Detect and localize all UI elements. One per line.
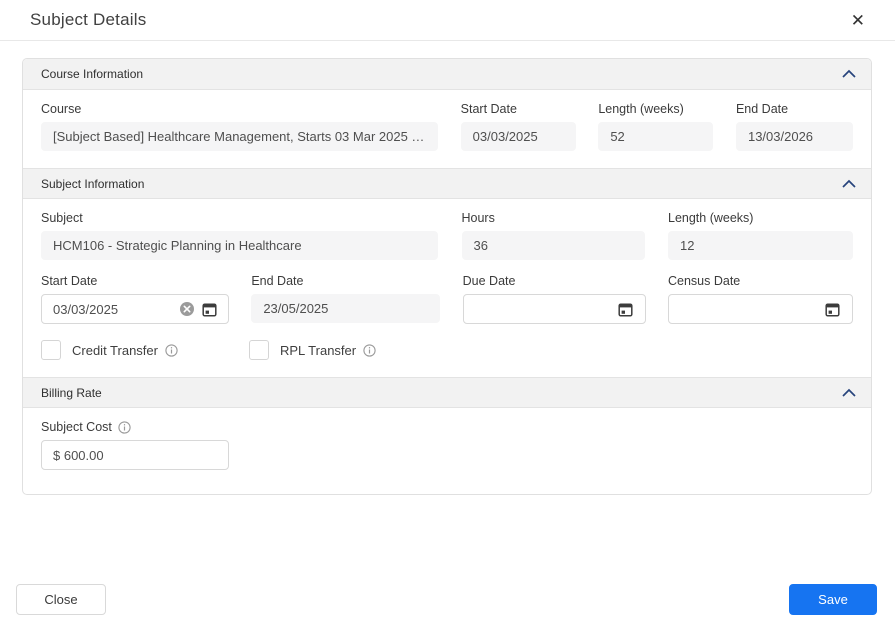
census-date-label: Census Date xyxy=(668,274,853,288)
course-information-body: Course Start Date Length (weeks) End Dat… xyxy=(23,90,871,168)
calendar-icon[interactable] xyxy=(198,298,220,320)
billing-rate-section: Billing Rate Subject Cost xyxy=(23,377,871,494)
course-start-date-field: Start Date xyxy=(461,102,576,151)
course-field: Course xyxy=(41,102,438,151)
subject-information-section: Subject Information Subject Hours Length… xyxy=(23,168,871,377)
credit-transfer-checkbox[interactable] xyxy=(41,340,61,360)
rpl-transfer-checkbox[interactable] xyxy=(249,340,269,360)
subject-label: Subject xyxy=(41,211,438,225)
section-title: Billing Rate xyxy=(41,386,102,400)
subject-input xyxy=(41,231,438,260)
rpl-transfer-item: RPL Transfer xyxy=(249,340,437,360)
chevron-up-icon[interactable] xyxy=(841,69,857,79)
subject-information-body: Subject Hours Length (weeks) Start Date xyxy=(23,199,871,377)
course-label: Course xyxy=(41,102,438,116)
subject-end-date-field: End Date xyxy=(251,274,440,324)
billing-rate-header[interactable]: Billing Rate xyxy=(23,377,871,408)
census-date-input[interactable] xyxy=(669,295,822,323)
save-button[interactable]: Save xyxy=(789,584,877,615)
course-length-input xyxy=(598,122,713,151)
subject-cost-input[interactable] xyxy=(41,440,229,470)
close-icon[interactable]: ✕ xyxy=(849,10,867,31)
chevron-up-icon[interactable] xyxy=(841,388,857,398)
subject-start-date-field: Start Date xyxy=(41,274,229,324)
chevron-up-icon[interactable] xyxy=(841,179,857,189)
subject-details-card: Course Information Course Start Date Len… xyxy=(22,58,872,495)
course-information-header[interactable]: Course Information xyxy=(23,59,871,90)
credit-transfer-label-text: Credit Transfer xyxy=(72,343,158,358)
info-icon xyxy=(118,421,131,434)
subject-length-label: Length (weeks) xyxy=(668,211,853,225)
course-start-date-label: Start Date xyxy=(461,102,576,116)
modal-header: Subject Details ✕ xyxy=(0,0,895,41)
hours-label: Hours xyxy=(462,211,645,225)
transfer-checkbox-row: Credit Transfer RPL Transfer xyxy=(41,340,853,360)
close-button[interactable]: Close xyxy=(16,584,106,615)
hours-field: Hours xyxy=(462,211,645,260)
hours-input xyxy=(462,231,645,260)
subject-end-date-label: End Date xyxy=(251,274,440,288)
course-end-date-field: End Date xyxy=(736,102,853,151)
course-start-date-input xyxy=(461,122,576,151)
census-date-picker[interactable] xyxy=(668,294,853,324)
rpl-transfer-label: RPL Transfer xyxy=(280,343,376,358)
course-end-date-input xyxy=(736,122,853,151)
credit-transfer-label: Credit Transfer xyxy=(72,343,178,358)
section-title: Course Information xyxy=(41,67,143,81)
subject-start-date-picker[interactable] xyxy=(41,294,229,324)
course-information-section: Course Information Course Start Date Len… xyxy=(23,59,871,168)
subject-start-date-label: Start Date xyxy=(41,274,229,288)
subject-length-field: Length (weeks) xyxy=(668,211,853,260)
calendar-icon[interactable] xyxy=(615,298,637,320)
billing-rate-body: Subject Cost xyxy=(23,408,871,494)
course-length-label: Length (weeks) xyxy=(598,102,713,116)
course-length-field: Length (weeks) xyxy=(598,102,713,151)
clear-icon[interactable] xyxy=(176,298,198,320)
due-date-label: Due Date xyxy=(463,274,646,288)
subject-start-date-input[interactable] xyxy=(42,295,176,323)
due-date-picker[interactable] xyxy=(463,294,646,324)
subject-cost-label-text: Subject Cost xyxy=(41,420,112,434)
section-title: Subject Information xyxy=(41,177,144,191)
course-end-date-label: End Date xyxy=(736,102,853,116)
due-date-input[interactable] xyxy=(464,295,615,323)
info-icon xyxy=(165,344,178,357)
subject-length-input xyxy=(668,231,853,260)
subject-cost-label: Subject Cost xyxy=(41,420,229,434)
subject-cost-field: Subject Cost xyxy=(41,420,229,470)
subject-field: Subject xyxy=(41,211,438,260)
subject-end-date-input xyxy=(251,294,440,323)
rpl-transfer-label-text: RPL Transfer xyxy=(280,343,356,358)
calendar-icon[interactable] xyxy=(822,298,844,320)
credit-transfer-item: Credit Transfer xyxy=(41,340,229,360)
info-icon xyxy=(363,344,376,357)
census-date-field: Census Date xyxy=(668,274,853,324)
due-date-field: Due Date xyxy=(463,274,646,324)
subject-information-header[interactable]: Subject Information xyxy=(23,168,871,199)
page-title: Subject Details xyxy=(30,10,146,30)
course-input xyxy=(41,122,438,151)
